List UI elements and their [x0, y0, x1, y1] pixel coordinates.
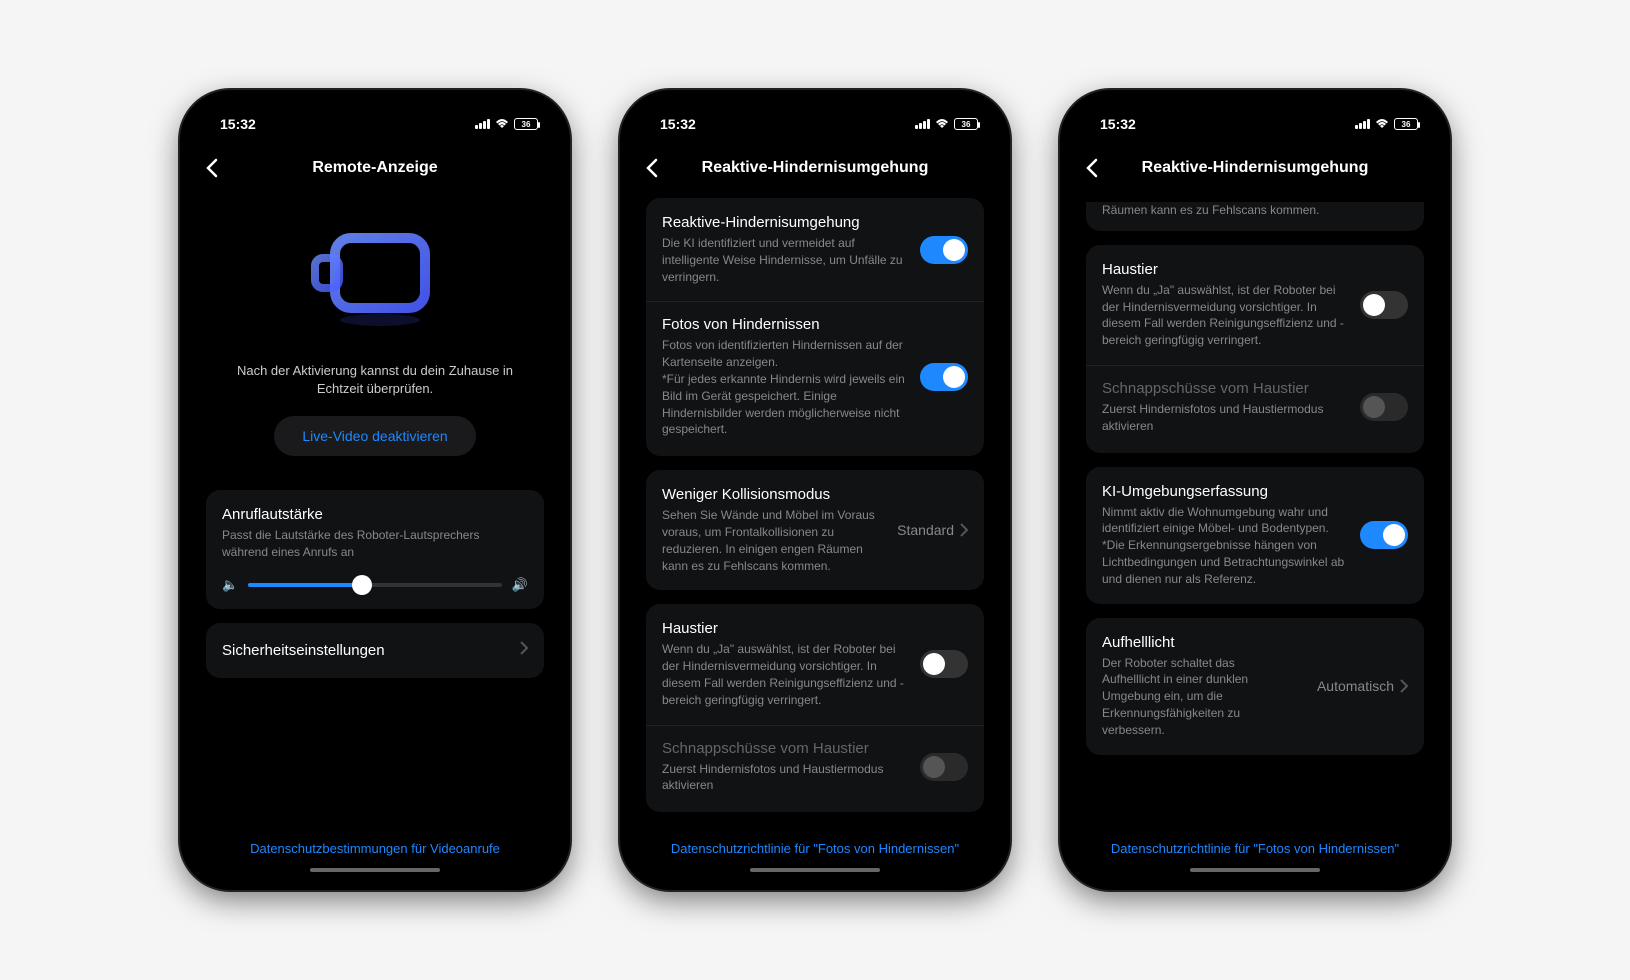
- status-time: 15:32: [212, 116, 256, 132]
- volume-card: Anruflautstärke Passt die Lautstärke des…: [206, 490, 544, 609]
- chevron-right-icon: [1400, 679, 1408, 693]
- light-card[interactable]: Aufhelllicht Der Roboter schaltet das Au…: [1086, 618, 1424, 755]
- back-button[interactable]: [1086, 158, 1098, 183]
- hero-section: Nach der Aktivierung kannst du dein Zuha…: [206, 198, 544, 476]
- nav-bar: Reaktive-Hindernisumgehung: [1072, 146, 1438, 190]
- photos-title: Fotos von Hindernissen: [662, 316, 908, 333]
- collision-card[interactable]: Weniger Kollisionsmodus Sehen Sie Wände …: [646, 470, 984, 590]
- chevron-left-icon: [206, 158, 218, 178]
- volume-slider[interactable]: [248, 583, 502, 587]
- wifi-icon: [1374, 118, 1390, 130]
- page-title: Remote-Anzeige: [312, 159, 437, 177]
- signal-icon: [1355, 119, 1370, 129]
- pet-toggle[interactable]: [1360, 291, 1408, 319]
- collision-desc-partial: Räumen kann es zu Fehlscans kommen.: [1102, 202, 1408, 219]
- collision-value: Standard: [897, 522, 954, 538]
- pet-card: Haustier Wenn du „Ja" auswählst, ist der…: [1086, 245, 1424, 453]
- phone-obstacle-2: 15:32 36 Reaktive-Hindernisumgehung Räum…: [1060, 90, 1450, 890]
- snap-desc: Zuerst Hindernisfotos und Haustiermodus …: [1102, 401, 1348, 435]
- privacy-video-link[interactable]: Datenschutzbestimmungen für Videoanrufe: [192, 841, 558, 856]
- pet-desc: Wenn du „Ja" auswählst, ist der Roboter …: [662, 641, 908, 708]
- ai-desc: Nimmt aktiv die Wohnumgebung wahr und id…: [1102, 504, 1348, 588]
- pet-title: Haustier: [662, 620, 908, 637]
- light-value: Automatisch: [1317, 678, 1394, 694]
- collision-card-partial: Räumen kann es zu Fehlscans kommen.: [1086, 202, 1424, 231]
- security-label: Sicherheitseinstellungen: [222, 642, 385, 659]
- back-button[interactable]: [646, 158, 658, 183]
- volume-desc: Passt die Lautstärke des Roboter-Lautspr…: [222, 527, 528, 561]
- signal-icon: [475, 119, 490, 129]
- home-indicator[interactable]: [750, 868, 880, 872]
- ai-env-card: KI-Umgebungserfassung Nimmt aktiv die Wo…: [1086, 467, 1424, 604]
- photos-toggle[interactable]: [920, 363, 968, 391]
- snap-desc: Zuerst Hindernisfotos und Haustiermodus …: [662, 761, 908, 795]
- status-time: 15:32: [652, 116, 696, 132]
- photos-desc: Fotos von identifizierten Hindernissen a…: [662, 337, 908, 438]
- reactive-toggle[interactable]: [920, 236, 968, 264]
- hero-description: Nach der Aktivierung kannst du dein Zuha…: [216, 362, 534, 398]
- security-settings-row[interactable]: Sicherheitseinstellungen: [206, 623, 544, 678]
- battery-icon: 36: [1394, 118, 1418, 130]
- pet-desc: Wenn du „Ja" auswählst, ist der Roboter …: [1102, 282, 1348, 349]
- nav-bar: Remote-Anzeige: [192, 146, 558, 190]
- phone-obstacle-1: 15:32 36 Reaktive-Hindernisumgehung Reak…: [620, 90, 1010, 890]
- reactive-desc: Die KI identifiziert und vermeidet auf i…: [662, 235, 908, 285]
- ai-title: KI-Umgebungserfassung: [1102, 483, 1348, 500]
- speaker-high-icon: 🔊: [512, 577, 528, 593]
- chevron-left-icon: [646, 158, 658, 178]
- snap-title: Schnappschüsse vom Haustier: [1102, 380, 1348, 397]
- snap-toggle: [1360, 393, 1408, 421]
- snap-title: Schnappschüsse vom Haustier: [662, 740, 908, 757]
- privacy-photos-link[interactable]: Datenschutzrichtlinie für "Fotos von Hin…: [632, 841, 998, 856]
- notch: [295, 102, 455, 128]
- camera-illustration: [300, 208, 450, 348]
- collision-desc: Sehen Sie Wände und Möbel im Voraus vora…: [662, 507, 885, 574]
- privacy-photos-link[interactable]: Datenschutzrichtlinie für "Fotos von Hin…: [1072, 841, 1438, 856]
- snap-toggle: [920, 753, 968, 781]
- light-desc: Der Roboter schaltet das Aufhelllicht in…: [1102, 655, 1282, 739]
- notch: [735, 102, 895, 128]
- speaker-low-icon: 🔈: [222, 577, 238, 593]
- pet-title: Haustier: [1102, 261, 1348, 278]
- signal-icon: [915, 119, 930, 129]
- phone-remote-view: 15:32 36 Remote-Anzeige: [180, 90, 570, 890]
- deactivate-live-video-button[interactable]: Live-Video deaktivieren: [274, 416, 475, 456]
- chevron-right-icon: [960, 523, 968, 537]
- wifi-icon: [494, 118, 510, 130]
- pet-toggle[interactable]: [920, 650, 968, 678]
- home-indicator[interactable]: [1190, 868, 1320, 872]
- chevron-right-icon: [520, 641, 528, 660]
- ai-toggle[interactable]: [1360, 521, 1408, 549]
- battery-icon: 36: [954, 118, 978, 130]
- wifi-icon: [934, 118, 950, 130]
- battery-icon: 36: [514, 118, 538, 130]
- pet-card: Haustier Wenn du „Ja" auswählst, ist der…: [646, 604, 984, 812]
- page-title: Reaktive-Hindernisumgehung: [1142, 159, 1369, 177]
- nav-bar: Reaktive-Hindernisumgehung: [632, 146, 998, 190]
- page-title: Reaktive-Hindernisumgehung: [702, 159, 929, 177]
- back-button[interactable]: [206, 158, 218, 183]
- chevron-left-icon: [1086, 158, 1098, 178]
- volume-title: Anruflautstärke: [222, 506, 528, 523]
- reactive-card: Reaktive-Hindernisumgehung Die KI identi…: [646, 198, 984, 456]
- collision-title: Weniger Kollisionsmodus: [662, 486, 885, 503]
- reactive-title: Reaktive-Hindernisumgehung: [662, 214, 908, 231]
- status-time: 15:32: [1092, 116, 1136, 132]
- notch: [1175, 102, 1335, 128]
- light-title: Aufhelllicht: [1102, 634, 1305, 651]
- home-indicator[interactable]: [310, 868, 440, 872]
